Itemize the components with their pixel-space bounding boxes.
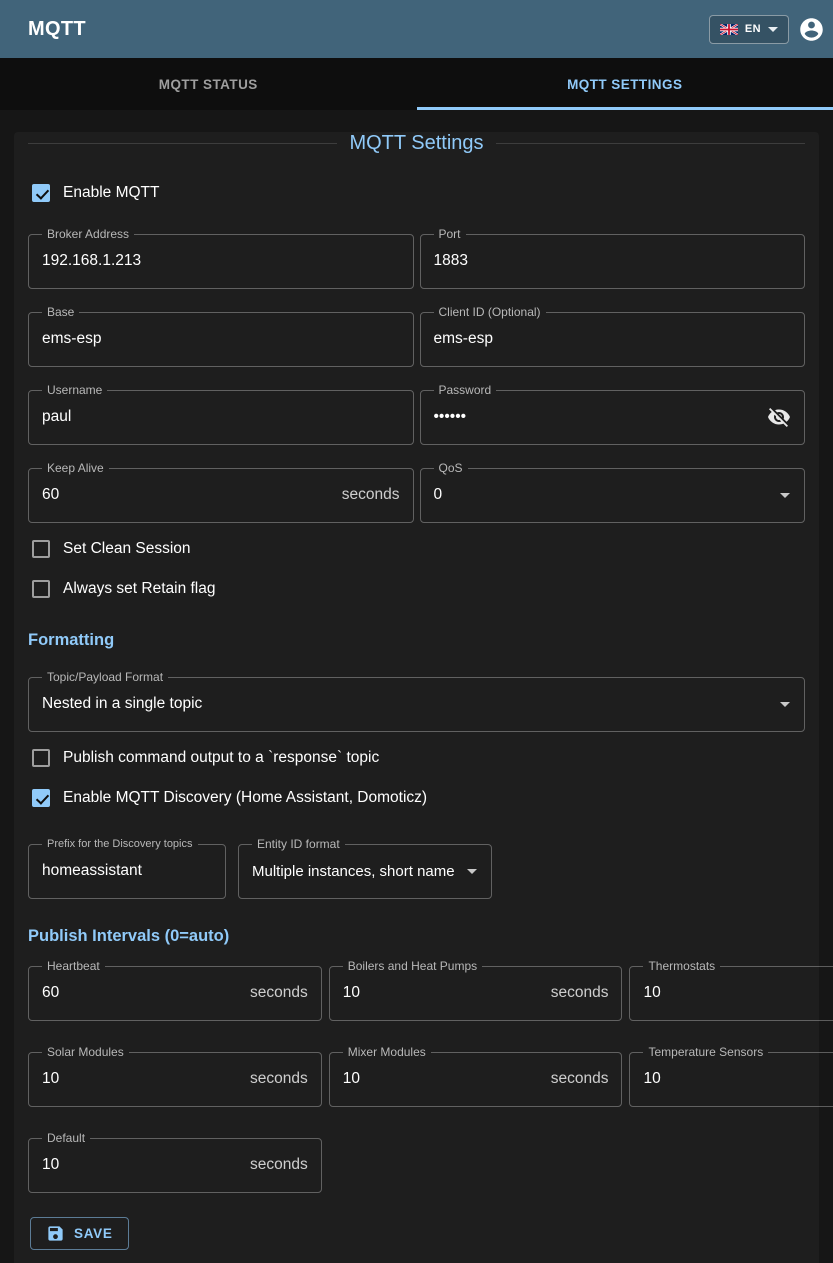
chevron-down-icon (768, 27, 778, 32)
temperature-sensors-input[interactable] (643, 1051, 833, 1107)
dropdown-arrow-icon (773, 483, 797, 507)
keep-alive-field[interactable]: seconds Keep Alive (28, 467, 414, 523)
broker-address-input[interactable] (42, 233, 400, 289)
client-id-input[interactable] (434, 311, 792, 367)
unit-label: seconds (543, 984, 609, 1002)
password-field[interactable]: Password (420, 389, 806, 445)
clean-session-row[interactable]: Set Clean Session (32, 529, 805, 569)
clean-session-label: Set Clean Session (63, 540, 191, 558)
solar-modules-input[interactable] (42, 1051, 242, 1107)
section-title: MQTT Settings (28, 132, 805, 155)
base-input[interactable] (42, 311, 400, 367)
qos-value: 0 (434, 486, 774, 504)
dropdown-arrow-icon (773, 692, 797, 716)
tab-bar: MQTT STATUS MQTT SETTINGS (0, 58, 833, 110)
topic-format-select[interactable]: Nested in a single topic Topic/Payload F… (28, 676, 805, 732)
session-options: Set Clean Session Always set Retain flag (28, 529, 805, 609)
thermostats-field[interactable]: seconds Thermostats (629, 965, 833, 1021)
page-title: MQTT (28, 18, 86, 41)
save-button-label: SAVE (74, 1226, 113, 1241)
divider (496, 143, 805, 144)
mixer-modules-input[interactable] (343, 1051, 543, 1107)
topic-format-value: Nested in a single topic (42, 695, 773, 713)
unit-label: seconds (543, 1070, 609, 1088)
publish-response-row[interactable]: Publish command output to a `response` t… (32, 738, 805, 778)
settings-card: MQTT Settings Enable MQTT Broker Address… (14, 132, 819, 1263)
boilers-field[interactable]: seconds Boilers and Heat Pumps (329, 965, 623, 1021)
discovery-fields: Prefix for the Discovery topics Multiple… (28, 843, 805, 899)
base-field[interactable]: Base (28, 311, 414, 367)
keep-alive-input[interactable] (42, 467, 334, 523)
publish-intervals-heading: Publish Intervals (0=auto) (28, 925, 805, 947)
mqtt-discovery-checkbox[interactable] (32, 789, 50, 807)
default-interval-input[interactable] (42, 1137, 242, 1193)
enable-mqtt-row[interactable]: Enable MQTT (32, 173, 805, 213)
client-id-field[interactable]: Client ID (Optional) (420, 311, 806, 367)
discovery-prefix-input[interactable] (42, 843, 212, 899)
enable-mqtt-label: Enable MQTT (63, 184, 159, 202)
mixer-modules-field[interactable]: seconds Mixer Modules (329, 1051, 623, 1107)
mqtt-discovery-row[interactable]: Enable MQTT Discovery (Home Assistant, D… (32, 778, 805, 818)
save-button[interactable]: SAVE (30, 1217, 129, 1250)
retain-flag-row[interactable]: Always set Retain flag (32, 569, 805, 609)
tab-mqtt-status[interactable]: MQTT STATUS (0, 58, 417, 110)
heartbeat-input[interactable] (42, 965, 242, 1021)
field-label: Entity ID format (252, 838, 345, 850)
broker-address-field[interactable]: Broker Address (28, 233, 414, 289)
intervals-grid: seconds Heartbeat seconds Boilers and He… (28, 965, 805, 1193)
section-title-text: MQTT Settings (349, 132, 483, 155)
uk-flag-icon (720, 24, 738, 35)
username-input[interactable] (42, 389, 400, 445)
app-bar: MQTT EN (0, 0, 833, 58)
port-input[interactable] (434, 233, 792, 289)
mqtt-discovery-label: Enable MQTT Discovery (Home Assistant, D… (63, 789, 427, 807)
port-field[interactable]: Port (420, 233, 806, 289)
thermostats-input[interactable] (643, 965, 833, 1021)
unit-label: seconds (242, 1070, 308, 1088)
temperature-sensors-field[interactable]: seconds Temperature Sensors (629, 1051, 833, 1107)
unit-label: seconds (334, 486, 400, 504)
field-label: Topic/Payload Format (42, 671, 168, 683)
entity-id-format-value: Multiple instances, short name (252, 863, 460, 880)
language-selector-button[interactable]: EN (709, 15, 789, 44)
entity-id-format-select[interactable]: Multiple instances, short name Entity ID… (238, 843, 492, 899)
username-field[interactable]: Username (28, 389, 414, 445)
dropdown-arrow-icon (460, 859, 484, 883)
visibility-off-icon[interactable] (767, 405, 791, 429)
solar-modules-field[interactable]: seconds Solar Modules (28, 1051, 322, 1107)
field-label: QoS (434, 462, 468, 474)
appbar-actions: EN (709, 15, 825, 44)
unit-label: seconds (242, 1156, 308, 1174)
publish-response-label: Publish command output to a `response` t… (63, 749, 379, 767)
enable-mqtt-checkbox[interactable] (32, 184, 50, 202)
unit-label: seconds (242, 984, 308, 1002)
boilers-input[interactable] (343, 965, 543, 1021)
retain-flag-label: Always set Retain flag (63, 580, 216, 598)
account-icon[interactable] (798, 16, 825, 43)
discovery-prefix-field[interactable]: Prefix for the Discovery topics (28, 843, 226, 899)
divider (28, 143, 337, 144)
qos-select[interactable]: 0 QoS (420, 467, 806, 523)
default-interval-field[interactable]: seconds Default (28, 1137, 322, 1193)
password-input[interactable] (434, 389, 768, 445)
clean-session-checkbox[interactable] (32, 540, 50, 558)
retain-flag-checkbox[interactable] (32, 580, 50, 598)
heartbeat-field[interactable]: seconds Heartbeat (28, 965, 322, 1021)
formatting-heading: Formatting (28, 629, 805, 651)
language-label: EN (745, 23, 761, 35)
publish-response-checkbox[interactable] (32, 749, 50, 767)
connection-fields: Broker Address Port Base Client ID (Opti… (28, 233, 805, 523)
save-icon (46, 1224, 65, 1243)
tab-mqtt-settings[interactable]: MQTT SETTINGS (417, 58, 833, 110)
